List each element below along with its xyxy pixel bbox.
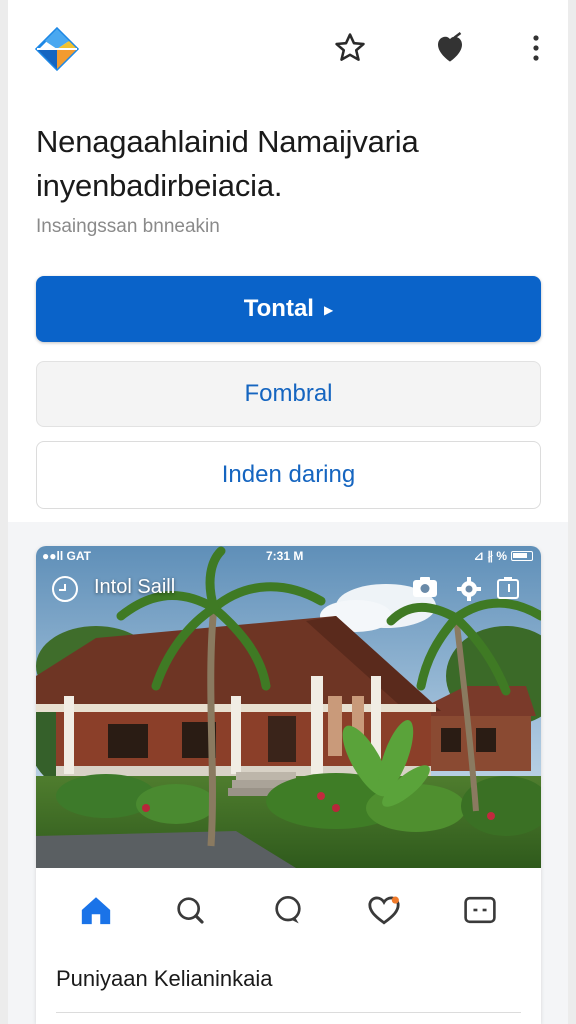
- chat-icon[interactable]: [264, 886, 312, 934]
- top-bar: [8, 0, 568, 96]
- status-bar: ●●ll GAT 7:31 M ⊿ ∦ %: [36, 546, 541, 566]
- outline-button[interactable]: Inden daring: [36, 441, 541, 509]
- more-vertical-icon[interactable]: [516, 28, 556, 68]
- page-subtitle: Insaingssan bnneakin: [36, 216, 220, 237]
- timer-icon[interactable]: [50, 574, 80, 604]
- secondary-button[interactable]: Fombral: [36, 361, 541, 427]
- diamond-logo-icon[interactable]: [34, 26, 80, 72]
- camera-icon[interactable]: [412, 576, 440, 604]
- secondary-button-label: Fombral: [244, 380, 333, 407]
- status-icons: ⊿ ∦ %: [473, 549, 507, 563]
- photo-overlay-bar: Intol Saill: [36, 572, 541, 608]
- search-icon[interactable]: [166, 886, 214, 934]
- message-box-icon[interactable]: [456, 886, 504, 934]
- star-icon[interactable]: [330, 28, 370, 68]
- status-indicators: ⊿ ∦ %: [474, 549, 533, 563]
- settings-icon[interactable]: [456, 576, 484, 604]
- status-time: 7:31 M: [266, 549, 304, 563]
- primary-button-label: Tontal: [243, 295, 314, 322]
- app-shell: Nenagaahlainid Namaijvaria inyenbadirbei…: [8, 0, 568, 1024]
- overlay-title: Intol Saill: [94, 576, 176, 598]
- outline-button-label: Inden daring: [221, 461, 356, 488]
- heart-icon[interactable]: [360, 886, 408, 934]
- bottom-tab-bar: [36, 876, 541, 942]
- divider: [56, 1012, 521, 1013]
- photo-card: ●●ll GAT 7:31 M ⊿ ∦ % Intol Saill Puniya…: [36, 546, 541, 1024]
- house-photo: ●●ll GAT 7:31 M ⊿ ∦ % Intol Saill: [36, 546, 541, 868]
- share-icon[interactable]: [496, 576, 524, 604]
- card-title: Puniyaan Kelianinkaia: [56, 966, 273, 991]
- page-headline: Nenagaahlainid Namaijvaria inyenbadirbei…: [36, 124, 419, 203]
- caret-right-icon: ▶: [323, 303, 334, 317]
- primary-button[interactable]: Tontal ▶: [36, 276, 541, 342]
- battery-icon: [511, 551, 533, 561]
- home-icon[interactable]: [72, 886, 120, 934]
- status-signal: ●●ll GAT: [42, 549, 91, 563]
- heart-icon[interactable]: [430, 28, 470, 68]
